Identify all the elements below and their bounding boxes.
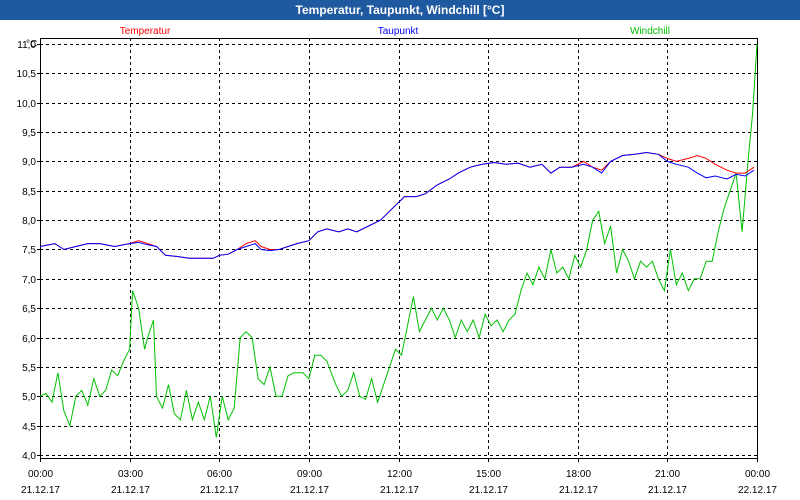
y-tick-label: 10,0 [17,99,37,110]
series-line-taupunkt [39,151,755,259]
series-line-windchill [39,43,758,438]
series-lines [39,43,758,438]
x-tick-label-date: 21.12.17 [111,485,150,496]
legend-taupunkt: Taupunkt [378,26,419,37]
y-tick-label: 7,5 [22,245,36,256]
legend-windchill: Windchill [630,26,670,37]
y-tick-label: 6,0 [22,334,36,345]
x-tick-label-date: 21.12.17 [559,485,598,496]
y-tick-label: 4,0 [22,451,36,462]
series-line-temperatur [39,151,755,259]
y-tick-label: 7,0 [22,275,36,286]
x-axis: 00:00 21.12.17 03:00 21.12.17 06:00 21.12.17 0… [21,458,777,496]
x-tick-label-date: 21.12.17 [380,485,419,496]
x-tick-label-date: 21.12.17 [200,485,239,496]
x-tick-label-date: 21.12.17 [648,485,687,496]
chart-grid [40,38,757,458]
y-tick-label: 5,0 [22,392,36,403]
legend: Temperatur Taupunkt Windchill [120,26,670,37]
x-tick-label-time: 06:00 [207,469,232,480]
y-tick-label: 8,0 [22,216,36,227]
y-tick-label: 10,5 [17,69,37,80]
x-tick-label-time: 00:00 [28,469,53,480]
x-tick-label-time: 09:00 [297,469,322,480]
y-tick-label: 8,5 [22,187,36,198]
x-tick-label-date: 21.12.17 [469,485,508,496]
y-tick-label: 9,0 [22,157,36,168]
legend-temperatur: Temperatur [120,26,171,37]
y-tick-label: 5,5 [22,363,36,374]
x-tick-label-time: 00:00 [745,469,770,480]
x-tick-label-date: 21.12.17 [21,485,60,496]
x-tick-label-date: 21.12.17 [290,485,329,496]
y-axis: 4,0 4,5 5,0 5,5 6,0 6,5 7,0 7,5 8,0 8,5 9,0 9,5 10,0… [17,39,40,462]
y-tick-label: 6,5 [22,304,36,315]
x-tick-label-time: 21:00 [655,469,680,480]
x-tick-label-time: 03:00 [118,469,143,480]
x-tick-label-time: 12:00 [387,469,412,480]
x-tick-label-time: 18:00 [566,469,591,480]
y-tick-label: 9,5 [22,128,36,139]
y-axis-label: °C [26,39,37,50]
x-tick-label-time: 15:00 [476,469,501,480]
y-tick-label: 4,5 [22,422,36,433]
temperature-chart: 4,0 4,5 5,0 5,5 6,0 6,5 7,0 7,5 8,0 8,5 9,0 9,5 10,0… [17,26,778,496]
x-tick-label-date: 22.12.17 [738,485,777,496]
